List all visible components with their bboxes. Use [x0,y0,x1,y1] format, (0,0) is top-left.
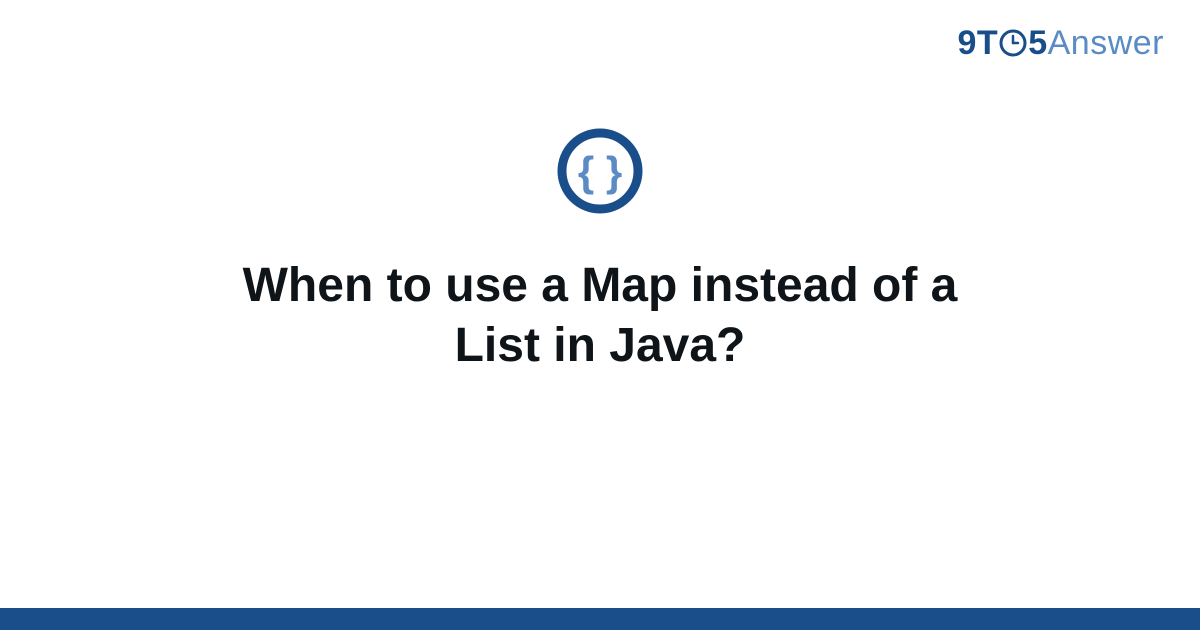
svg-text:{ }: { } [578,148,622,195]
logo-answer: Answer [1048,24,1164,63]
code-braces-icon: { } [557,128,643,214]
clock-icon [999,29,1027,57]
main-content: { } When to use a Map instead of a List … [0,128,1200,376]
logo-letter-t: T [977,24,998,63]
page-title: When to use a Map instead of a List in J… [150,256,1050,376]
logo-nine: 9 [958,24,977,63]
brand-logo: 9 T 5 Answer [958,24,1165,63]
footer-bar [0,608,1200,630]
logo-five: 5 [1028,24,1047,63]
